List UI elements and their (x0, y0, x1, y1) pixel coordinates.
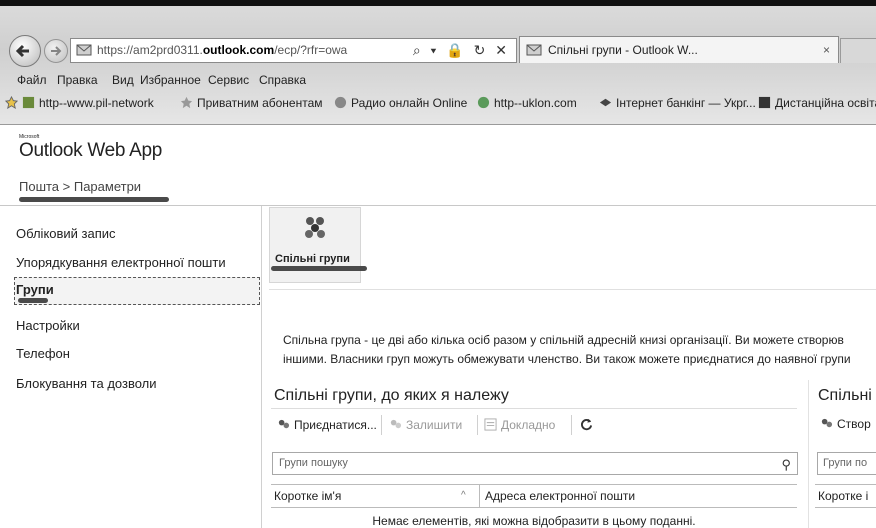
menu-edit[interactable]: Правка (57, 73, 98, 87)
refresh-icon (581, 418, 593, 431)
toolbar-separator (571, 415, 572, 435)
forward-button[interactable] (44, 39, 68, 63)
section-title-my-groups: Спільні групи, до яких я належу (274, 387, 509, 404)
star-icon (180, 96, 193, 109)
tab-favicon (526, 44, 542, 56)
details-button[interactable]: Докладно (484, 409, 555, 441)
favorite-link[interactable]: http--www.pil-network (22, 96, 154, 110)
details-icon (484, 418, 497, 431)
tab-title: Спільні групи - Outlook W... (548, 43, 698, 57)
menu-help[interactable]: Справка (259, 73, 306, 87)
search-icon[interactable]: ⚲ (781, 454, 791, 475)
sidebar-item-phone[interactable]: Телефон (16, 346, 70, 361)
leave-button[interactable]: Залишити (389, 409, 462, 441)
groups-toolbar: Приєднатися... Залишити Докладно (271, 408, 797, 441)
column-short-name[interactable]: Коротке ім'я (274, 485, 341, 507)
header-divider (0, 205, 876, 206)
site-icon (22, 96, 35, 109)
menu-favorites[interactable]: Избранное (140, 73, 201, 87)
menu-view[interactable]: Вид (112, 73, 134, 87)
sidebar-divider (261, 206, 262, 528)
favorite-link[interactable]: Приватним абонентам (180, 96, 323, 110)
menu-tools[interactable]: Сервис (208, 73, 249, 87)
refresh-button[interactable] (580, 409, 597, 441)
forward-arrow-icon (51, 46, 62, 56)
sort-ascending-icon: ^ (461, 490, 466, 501)
globe-icon (477, 96, 490, 109)
favorite-link[interactable]: Дистанційна освіта (758, 96, 876, 110)
description-line: Спільна група - це дві або кілька осіб р… (283, 333, 844, 347)
favorite-link[interactable]: Інтернет банкінг — Укрг... (599, 96, 756, 110)
tab-close-icon[interactable]: × (823, 37, 830, 63)
column-email[interactable]: Адреса електронної пошти (485, 485, 635, 507)
owa-logo: Microsoft Outlook Web App (19, 134, 163, 162)
sidebar-item-groups[interactable]: Групи (16, 282, 54, 297)
create-button[interactable]: Створ (820, 408, 871, 440)
url-text: https://am2prd0311.outlook.com/ecp/?rfr=… (97, 43, 348, 57)
section-title-public-groups: Спільні (818, 387, 872, 404)
tile-divider (269, 289, 876, 290)
education-icon (758, 96, 771, 109)
favorites-star-icon[interactable] (5, 96, 22, 110)
create-group-icon (821, 418, 833, 428)
sidebar-item-block-allow[interactable]: Блокування та дозволи (16, 376, 157, 391)
breadcrumb[interactable]: Пошта > Параметри (19, 179, 141, 194)
bank-icon (599, 98, 612, 107)
browser-tab[interactable]: Спільні групи - Outlook W... × (519, 36, 839, 63)
group-icon (305, 217, 325, 238)
public-table-header: Коротке і (815, 484, 876, 508)
sidebar-item-account[interactable]: Обліковий запис (16, 226, 116, 241)
search-placeholder: Групи пошуку (279, 457, 348, 469)
address-bar[interactable]: https://am2prd0311.outlook.com/ecp/?rfr=… (70, 38, 517, 63)
join-group-icon (278, 419, 290, 429)
favorite-link[interactable]: http--uklon.com (477, 96, 577, 110)
table-header: Коротке ім'я ^ Адреса електронної пошти (271, 484, 797, 508)
panel-divider (808, 380, 809, 528)
highlight-mark (19, 197, 169, 202)
sidebar-item-settings[interactable]: Настройки (16, 318, 80, 333)
logo-small-text: Microsoft (19, 134, 40, 140)
toolbar-separator (381, 415, 382, 435)
back-button[interactable] (9, 35, 41, 67)
new-tab-button[interactable] (840, 38, 876, 63)
empty-message: Немає елементів, які можна відобразити в… (372, 514, 696, 528)
logo-text: Outlook Web App (19, 140, 163, 161)
page-favicon (76, 44, 92, 56)
toolbar-separator (477, 415, 478, 435)
description-line: іншими. Власники груп можуть обмежувати … (283, 352, 851, 366)
column-divider (479, 485, 480, 507)
favorite-link[interactable]: Радио онлайн Online (334, 96, 467, 110)
tile-label: Спільні групи (275, 253, 350, 265)
back-arrow-icon (15, 44, 29, 58)
public-group-search-input[interactable]: Групи по (817, 452, 876, 475)
radio-icon (334, 96, 347, 109)
sidebar-item-organize-email[interactable]: Упорядкування електронної пошти (16, 255, 226, 270)
tab-shared-groups[interactable]: Спільні групи (269, 207, 361, 283)
leave-group-icon (390, 419, 402, 429)
group-search-input[interactable]: Групи пошуку ⚲ (272, 452, 798, 475)
highlight-mark (18, 298, 48, 303)
column-short-name[interactable]: Коротке і (818, 485, 868, 507)
search-placeholder: Групи по (823, 457, 868, 469)
highlight-mark (271, 266, 367, 271)
menu-file[interactable]: Файл (17, 73, 47, 87)
window-top-edge (0, 0, 876, 6)
description-text: Спільна група - це дві або кілька осіб р… (283, 331, 851, 369)
join-button[interactable]: Приєднатися... (277, 409, 377, 441)
address-tools-icon[interactable]: ⌕ ▾ 🔒 ↻ ✕ (413, 39, 510, 62)
